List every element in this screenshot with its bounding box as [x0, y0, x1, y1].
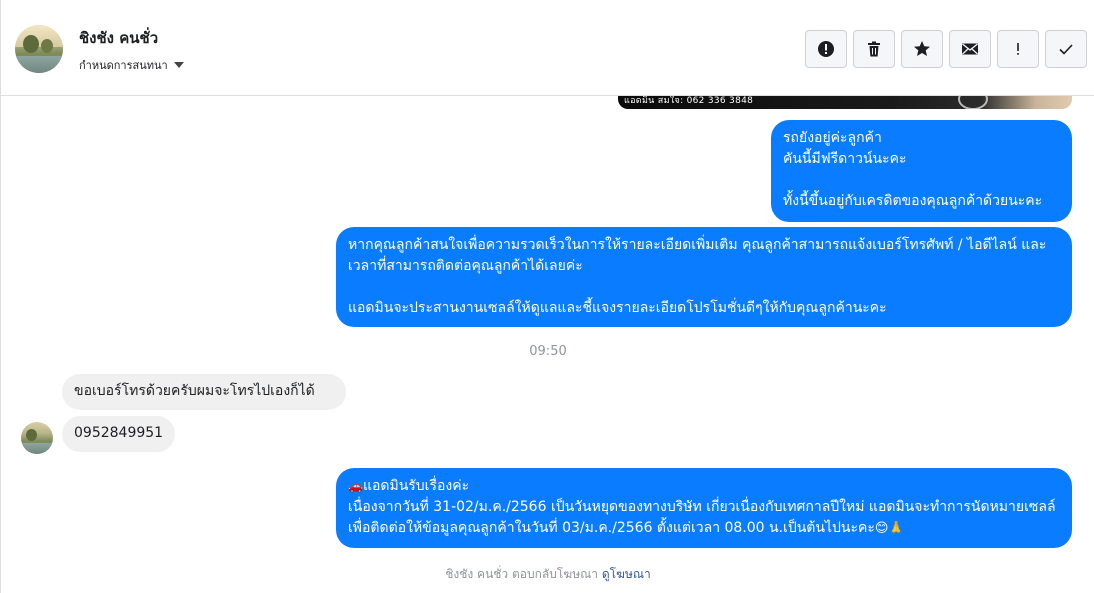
ad-reply-note: ชิงชัง คนชั่ว ตอบกลับโฆษณา ดูโฆษณา [1, 565, 1094, 584]
exclamation-circle-icon [818, 41, 834, 57]
shared-image-message[interactable]: แอดมิน สมใจ: 062 336 3848 [618, 96, 1072, 109]
car-emoji-icon: 🚗 [348, 479, 363, 493]
avatar-tree [23, 35, 39, 53]
incoming-message[interactable]: ขอเบอร์โทรด้วยครับผมจะโทรไปเองก็ได้ [62, 374, 346, 410]
outgoing-message[interactable]: 🚗แอดมินรับเรื่องค่ะ เนื่องจากวันที่ 31-0… [336, 468, 1072, 548]
avatar-water [15, 56, 63, 73]
message-timestamp: 09:50 [529, 344, 567, 359]
envelope-icon [962, 43, 978, 55]
star-icon [914, 41, 930, 56]
contact-avatar[interactable] [15, 25, 63, 73]
avatar-tree [26, 429, 37, 441]
avatar-tree [41, 39, 53, 53]
view-ad-link[interactable]: ดูโฆษณา [602, 567, 651, 581]
delete-button[interactable] [853, 30, 895, 68]
ad-reply-text: ชิงชัง คนชั่ว ตอบกลับโฆษณา [445, 567, 598, 581]
image-caption: แอดมิน สมใจ: 062 336 3848 [624, 96, 754, 106]
incoming-message[interactable]: 0952849951 [62, 416, 175, 452]
sender-avatar[interactable] [21, 422, 53, 454]
avatar-water [21, 442, 53, 454]
assign-label: กำหนดการสนทนา [79, 59, 168, 72]
alert-button[interactable] [805, 30, 847, 68]
outgoing-message[interactable]: รถยังอยู่ค่ะลูกค้า คันนี้มีฟรีดาวน์นะคะ … [771, 120, 1072, 222]
check-icon [1059, 44, 1073, 55]
assign-conversation-dropdown[interactable]: กำหนดการสนทนา [79, 56, 184, 74]
header-actions [805, 30, 1087, 68]
done-button[interactable] [1045, 30, 1087, 68]
star-button[interactable] [901, 30, 943, 68]
message-body: เนื่องจากวันที่ 31-02/ม.ค./2566 เป็นวันห… [348, 499, 1056, 536]
smile-pray-emoji-icon: 😊🙏 [874, 521, 905, 536]
message-title: แอดมินรับเรื่องค่ะ [362, 478, 470, 494]
image-wheel-shape [958, 96, 988, 109]
message-list[interactable]: แอดมิน สมใจ: 062 336 3848 รถยังอยู่ค่ะลู… [1, 96, 1094, 593]
conversation-header: ชิงชัง คนชั่ว กำหนดการสนทนา [1, 0, 1094, 96]
contact-name[interactable]: ชิงชัง คนชั่ว [79, 26, 158, 50]
mark-important-button[interactable] [997, 30, 1039, 68]
outgoing-message[interactable]: หากคุณลูกค้าสนใจเพื่อความรวดเร็วในการให้… [336, 227, 1072, 327]
mail-button[interactable] [949, 30, 991, 68]
chevron-down-icon [173, 62, 184, 68]
conversation-window: ชิงชัง คนชั่ว กำหนดการสนทนา แอดมิน สมใจ:… [0, 0, 1094, 593]
exclamation-icon [1017, 43, 1019, 55]
trash-icon [868, 41, 880, 57]
